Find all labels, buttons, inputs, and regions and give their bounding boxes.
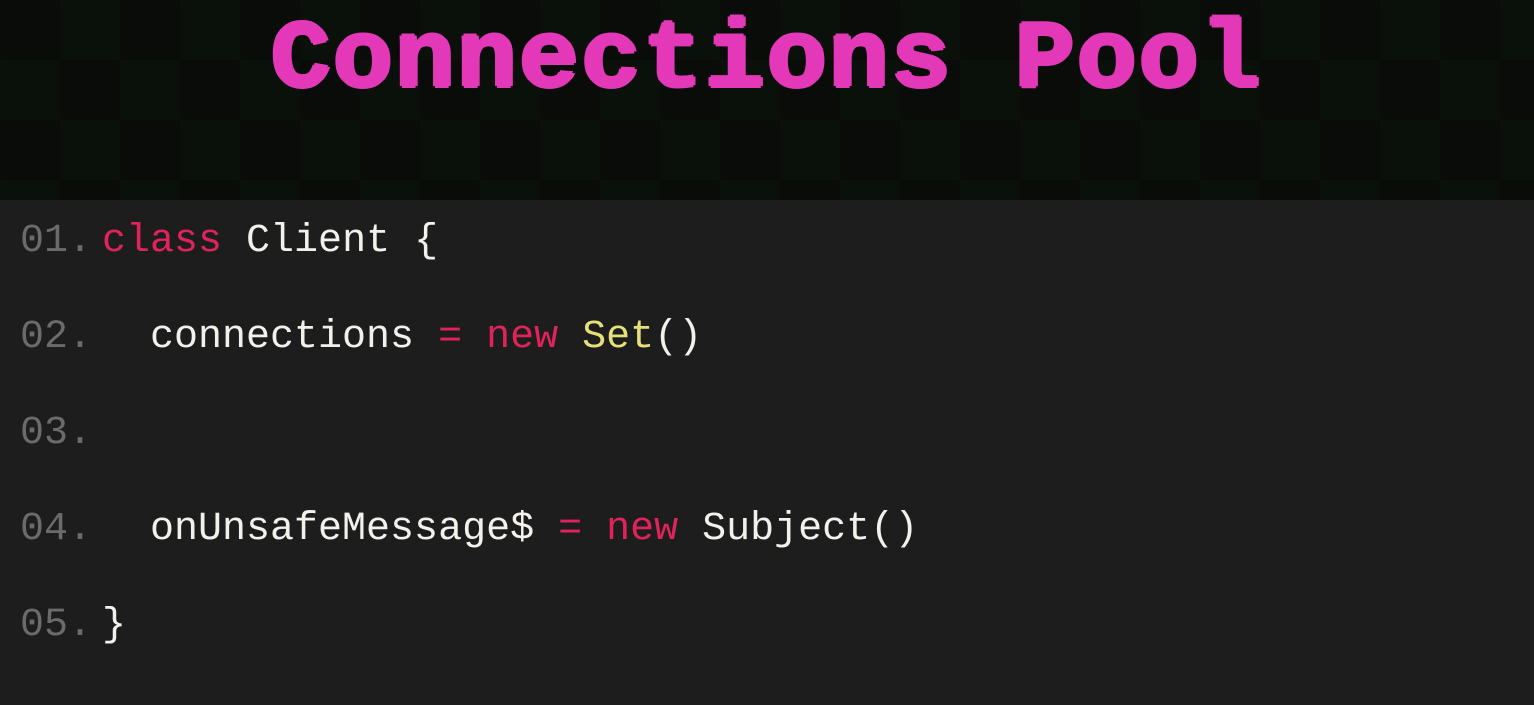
token-ident: connections: [150, 315, 414, 360]
slide-title: Connections Pool: [271, 8, 1263, 114]
line-number: 03.: [20, 414, 102, 454]
token-op: =: [558, 507, 582, 552]
token-plain: [414, 315, 438, 360]
line-number: 05.: [20, 606, 102, 646]
code-line: 05.}: [20, 606, 1514, 646]
line-content: connections = new Set(): [102, 318, 702, 358]
code-block: 01.class Client {02. connections = new S…: [20, 222, 1514, 646]
token-plain: [390, 219, 414, 264]
indent: [102, 315, 150, 360]
token-plain: [678, 507, 702, 552]
line-content: }: [102, 606, 126, 646]
line-number: 01.: [20, 222, 102, 262]
token-punct: (): [654, 315, 702, 360]
token-punct: }: [102, 603, 126, 648]
token-op: =: [438, 315, 462, 360]
title-container: Connections Pool: [0, 0, 1534, 114]
token-ident: Subject: [702, 507, 870, 552]
token-ident: Client: [246, 219, 390, 264]
token-plain: [558, 315, 582, 360]
token-punct: {: [414, 219, 438, 264]
token-keyword: class: [102, 219, 222, 264]
code-line: 04. onUnsafeMessage$ = new Subject(): [20, 510, 1514, 550]
token-plain: [534, 507, 558, 552]
line-number: 04.: [20, 510, 102, 550]
token-keyword: new: [606, 507, 678, 552]
code-line: 03.: [20, 414, 1514, 454]
token-plain: [462, 315, 486, 360]
code-line: 02. connections = new Set(): [20, 318, 1514, 358]
line-content: class Client {: [102, 222, 438, 262]
token-keyword: new: [486, 315, 558, 360]
code-line: 01.class Client {: [20, 222, 1514, 262]
token-punct: (): [870, 507, 918, 552]
code-panel: 01.class Client {02. connections = new S…: [0, 200, 1534, 705]
token-plain: [222, 219, 246, 264]
token-ident: onUnsafeMessage$: [150, 507, 534, 552]
token-plain: [582, 507, 606, 552]
token-type: Set: [582, 315, 654, 360]
line-content: onUnsafeMessage$ = new Subject(): [102, 510, 918, 550]
line-number: 02.: [20, 318, 102, 358]
indent: [102, 507, 150, 552]
